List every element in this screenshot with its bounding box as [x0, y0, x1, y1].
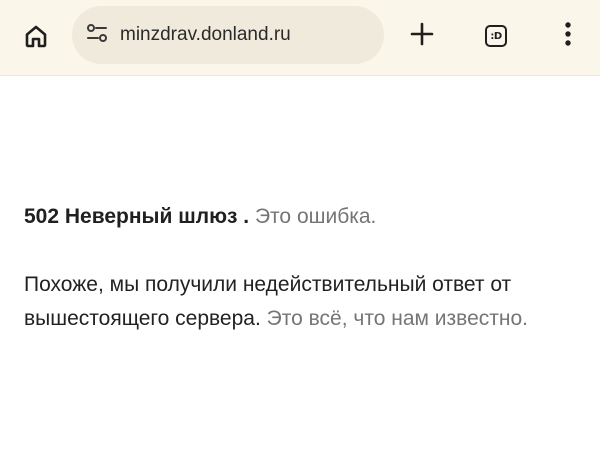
- browser-toolbar: minzdrav.donland.ru :D: [0, 0, 600, 76]
- new-tab-button[interactable]: [400, 14, 444, 58]
- error-page-content: 502 Неверный шлюз . Это ошибка. Похоже, …: [24, 200, 584, 336]
- tab-switcher-icon: :D: [485, 25, 507, 47]
- error-message-paragraph: Похоже, мы получили недействительный отв…: [24, 268, 584, 336]
- plus-icon: [409, 21, 435, 52]
- more-menu-button[interactable]: [546, 14, 590, 58]
- error-message-note: Это всё, что нам известно.: [266, 307, 528, 330]
- site-info-button[interactable]: [82, 20, 112, 50]
- url-text[interactable]: minzdrav.donland.ru: [120, 6, 291, 64]
- tab-count-label: :D: [490, 30, 502, 42]
- home-button[interactable]: [14, 16, 58, 60]
- tab-switcher-button[interactable]: :D: [474, 14, 518, 58]
- tune-icon: [84, 20, 110, 51]
- error-heading: 502 Неверный шлюз .: [24, 205, 250, 228]
- address-bar[interactable]: minzdrav.donland.ru: [72, 6, 384, 64]
- error-heading-note: Это ошибка.: [254, 205, 377, 228]
- more-vert-icon: [563, 20, 573, 53]
- home-icon: [22, 22, 50, 55]
- error-heading-line: 502 Неверный шлюз . Это ошибка.: [24, 200, 584, 234]
